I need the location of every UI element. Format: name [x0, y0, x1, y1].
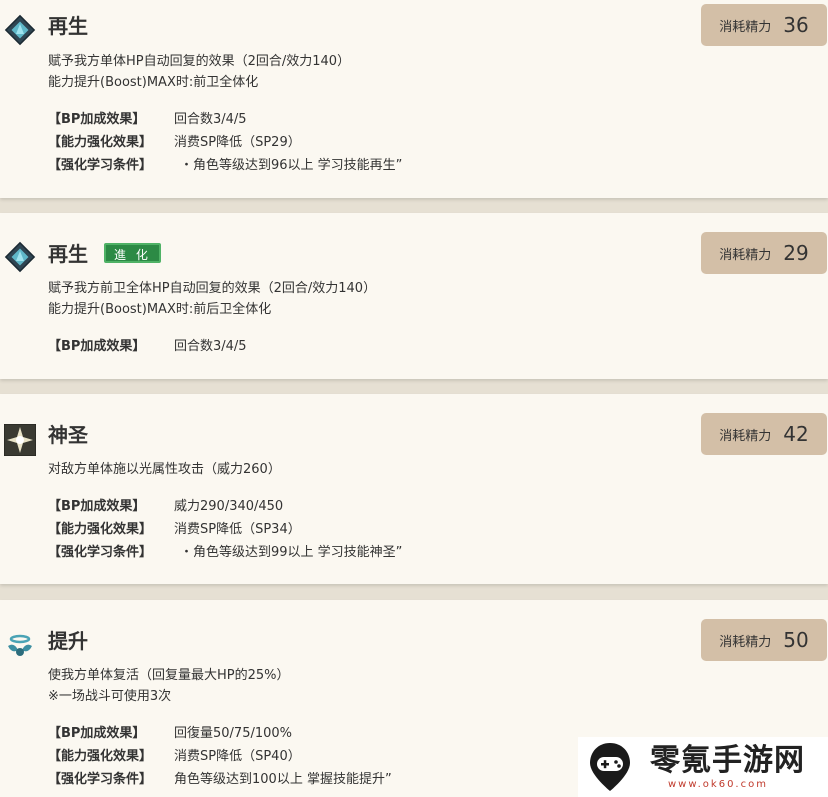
- skill-name: 神圣: [48, 423, 88, 447]
- angel-wings-icon: [8, 634, 32, 656]
- desc-line: 赋予我方前卫全体HP自动回复的效果（2回合/效力140）: [48, 281, 377, 296]
- attr-value: 消费SP降低（SP29）: [174, 135, 301, 150]
- skill-name: 再生: [48, 242, 88, 266]
- cost-badge: 消耗精力 50: [701, 619, 827, 661]
- attr-row: 【强化学习条件】 ・角色等级达到99以上 学习技能神圣”: [48, 541, 402, 564]
- skill-card-regen-evolved: 再生 進 化 消耗精力 29 赋予我方前卫全体HP自动回复的效果（2回合/效力1…: [0, 213, 828, 379]
- skill-description: 赋予我方单体HP自动回复的效果（2回合/效力140） 能力提升(Boost)MA…: [48, 51, 350, 93]
- cost-label: 消耗精力: [719, 428, 772, 444]
- skill-card-regen: 再生 消耗精力 36 赋予我方单体HP自动回复的效果（2回合/效力140） 能力…: [0, 0, 828, 198]
- skill-attributes: 【BP加成效果】 威力290/340/450 【能力强化效果】 消费SP降低（S…: [48, 495, 402, 564]
- crystal-shard-icon: [4, 241, 36, 273]
- cost-value: 50: [783, 628, 809, 652]
- watermark-url: www.ok60.com: [668, 779, 768, 790]
- desc-line: ※一场战斗可使用3次: [48, 689, 172, 704]
- cost-badge: 消耗精力 42: [701, 413, 827, 455]
- attr-row: 【能力强化效果】 消费SP降低（SP29）: [48, 131, 402, 154]
- crystal-shard-icon: [4, 14, 36, 46]
- attr-row: 【能力强化效果】 消费SP降低（SP34）: [48, 518, 402, 541]
- site-watermark: 零氪手游网 www.ok60.com: [578, 737, 828, 797]
- attr-value: 回合数3/4/5: [174, 339, 247, 354]
- cost-value: 36: [783, 13, 809, 37]
- skill-description: 使我方单体复活（回复量最大HP的25%） ※一场战斗可使用3次: [48, 665, 290, 707]
- cost-badge: 消耗精力 29: [701, 232, 827, 274]
- skill-description: 赋予我方前卫全体HP自动回复的效果（2回合/效力140） 能力提升(Boost)…: [48, 278, 376, 320]
- cost-value: 42: [783, 422, 809, 446]
- desc-line: 能力提升(Boost)MAX时:前卫全体化: [48, 75, 259, 90]
- attr-key: 【能力强化效果】: [48, 522, 153, 537]
- attr-key: 【强化学习条件】: [48, 772, 153, 787]
- skill-attributes: 【BP加成效果】 回合数3/4/5: [48, 335, 247, 358]
- attr-key: 【能力强化效果】: [48, 749, 153, 764]
- attr-key: 【能力强化效果】: [48, 135, 153, 150]
- cost-label: 消耗精力: [719, 247, 772, 263]
- desc-line: 对敌方单体施以光属性攻击（威力260）: [48, 462, 281, 477]
- watermark-text: 零氪手游网: [650, 743, 805, 778]
- desc-line: 能力提升(Boost)MAX时:前后卫全体化: [48, 302, 272, 317]
- skill-name: 提升: [48, 629, 88, 653]
- attr-row: 【BP加成效果】 回合数3/4/5: [48, 108, 402, 131]
- gamepad-pin-icon: [590, 743, 630, 791]
- skill-description: 对敌方单体施以光属性攻击（威力260）: [48, 459, 281, 480]
- cost-badge: 消耗精力 36: [701, 4, 827, 46]
- attr-row: 【强化学习条件】 ・角色等级达到96以上 学习技能再生”: [48, 154, 402, 177]
- skill-card-holy: 神圣 消耗精力 42 对敌方单体施以光属性攻击（威力260） 【BP加成效果】 …: [0, 394, 828, 584]
- attr-value: ・角色等级达到96以上 学习技能再生”: [180, 158, 403, 173]
- cost-label: 消耗精力: [719, 19, 772, 35]
- skill-attributes: 【BP加成效果】 回復量50/75/100% 【能力强化效果】 消费SP降低（S…: [48, 722, 392, 791]
- holy-star-icon: [4, 424, 36, 456]
- attr-key: 【BP加成效果】: [48, 339, 146, 354]
- attr-value: ・角色等级达到99以上 学习技能神圣”: [180, 545, 403, 560]
- desc-line: 赋予我方单体HP自动回复的效果（2回合/效力140）: [48, 54, 351, 69]
- desc-line: 使我方单体复活（回复量最大HP的25%）: [48, 668, 290, 683]
- attr-row: 【能力强化效果】 消费SP降低（SP40）: [48, 745, 392, 768]
- attr-key: 【BP加成效果】: [48, 726, 146, 741]
- attr-value: 回復量50/75/100%: [174, 726, 293, 741]
- attr-value: 消费SP降低（SP34）: [174, 522, 301, 537]
- attr-row: 【强化学习条件】 角色等级达到100以上 掌握技能提升”: [48, 768, 392, 791]
- attr-row: 【BP加成效果】 回復量50/75/100%: [48, 722, 392, 745]
- attr-value: 消费SP降低（SP40）: [174, 749, 301, 764]
- attr-value: 角色等级达到100以上 掌握技能提升”: [174, 772, 392, 787]
- attr-row: 【BP加成效果】 威力290/340/450: [48, 495, 402, 518]
- attr-value: 威力290/340/450: [174, 499, 284, 514]
- attr-value: 回合数3/4/5: [174, 112, 247, 127]
- attr-row: 【BP加成效果】 回合数3/4/5: [48, 335, 247, 358]
- attr-key: 【强化学习条件】: [48, 158, 153, 173]
- attr-key: 【强化学习条件】: [48, 545, 153, 560]
- cost-value: 29: [783, 241, 809, 265]
- attr-key: 【BP加成效果】: [48, 112, 146, 127]
- attr-key: 【BP加成效果】: [48, 499, 146, 514]
- cost-label: 消耗精力: [719, 634, 772, 650]
- skill-name: 再生: [48, 14, 88, 38]
- evolution-badge: 進 化: [104, 243, 161, 263]
- skill-attributes: 【BP加成效果】 回合数3/4/5 【能力强化效果】 消费SP降低（SP29） …: [48, 108, 402, 177]
